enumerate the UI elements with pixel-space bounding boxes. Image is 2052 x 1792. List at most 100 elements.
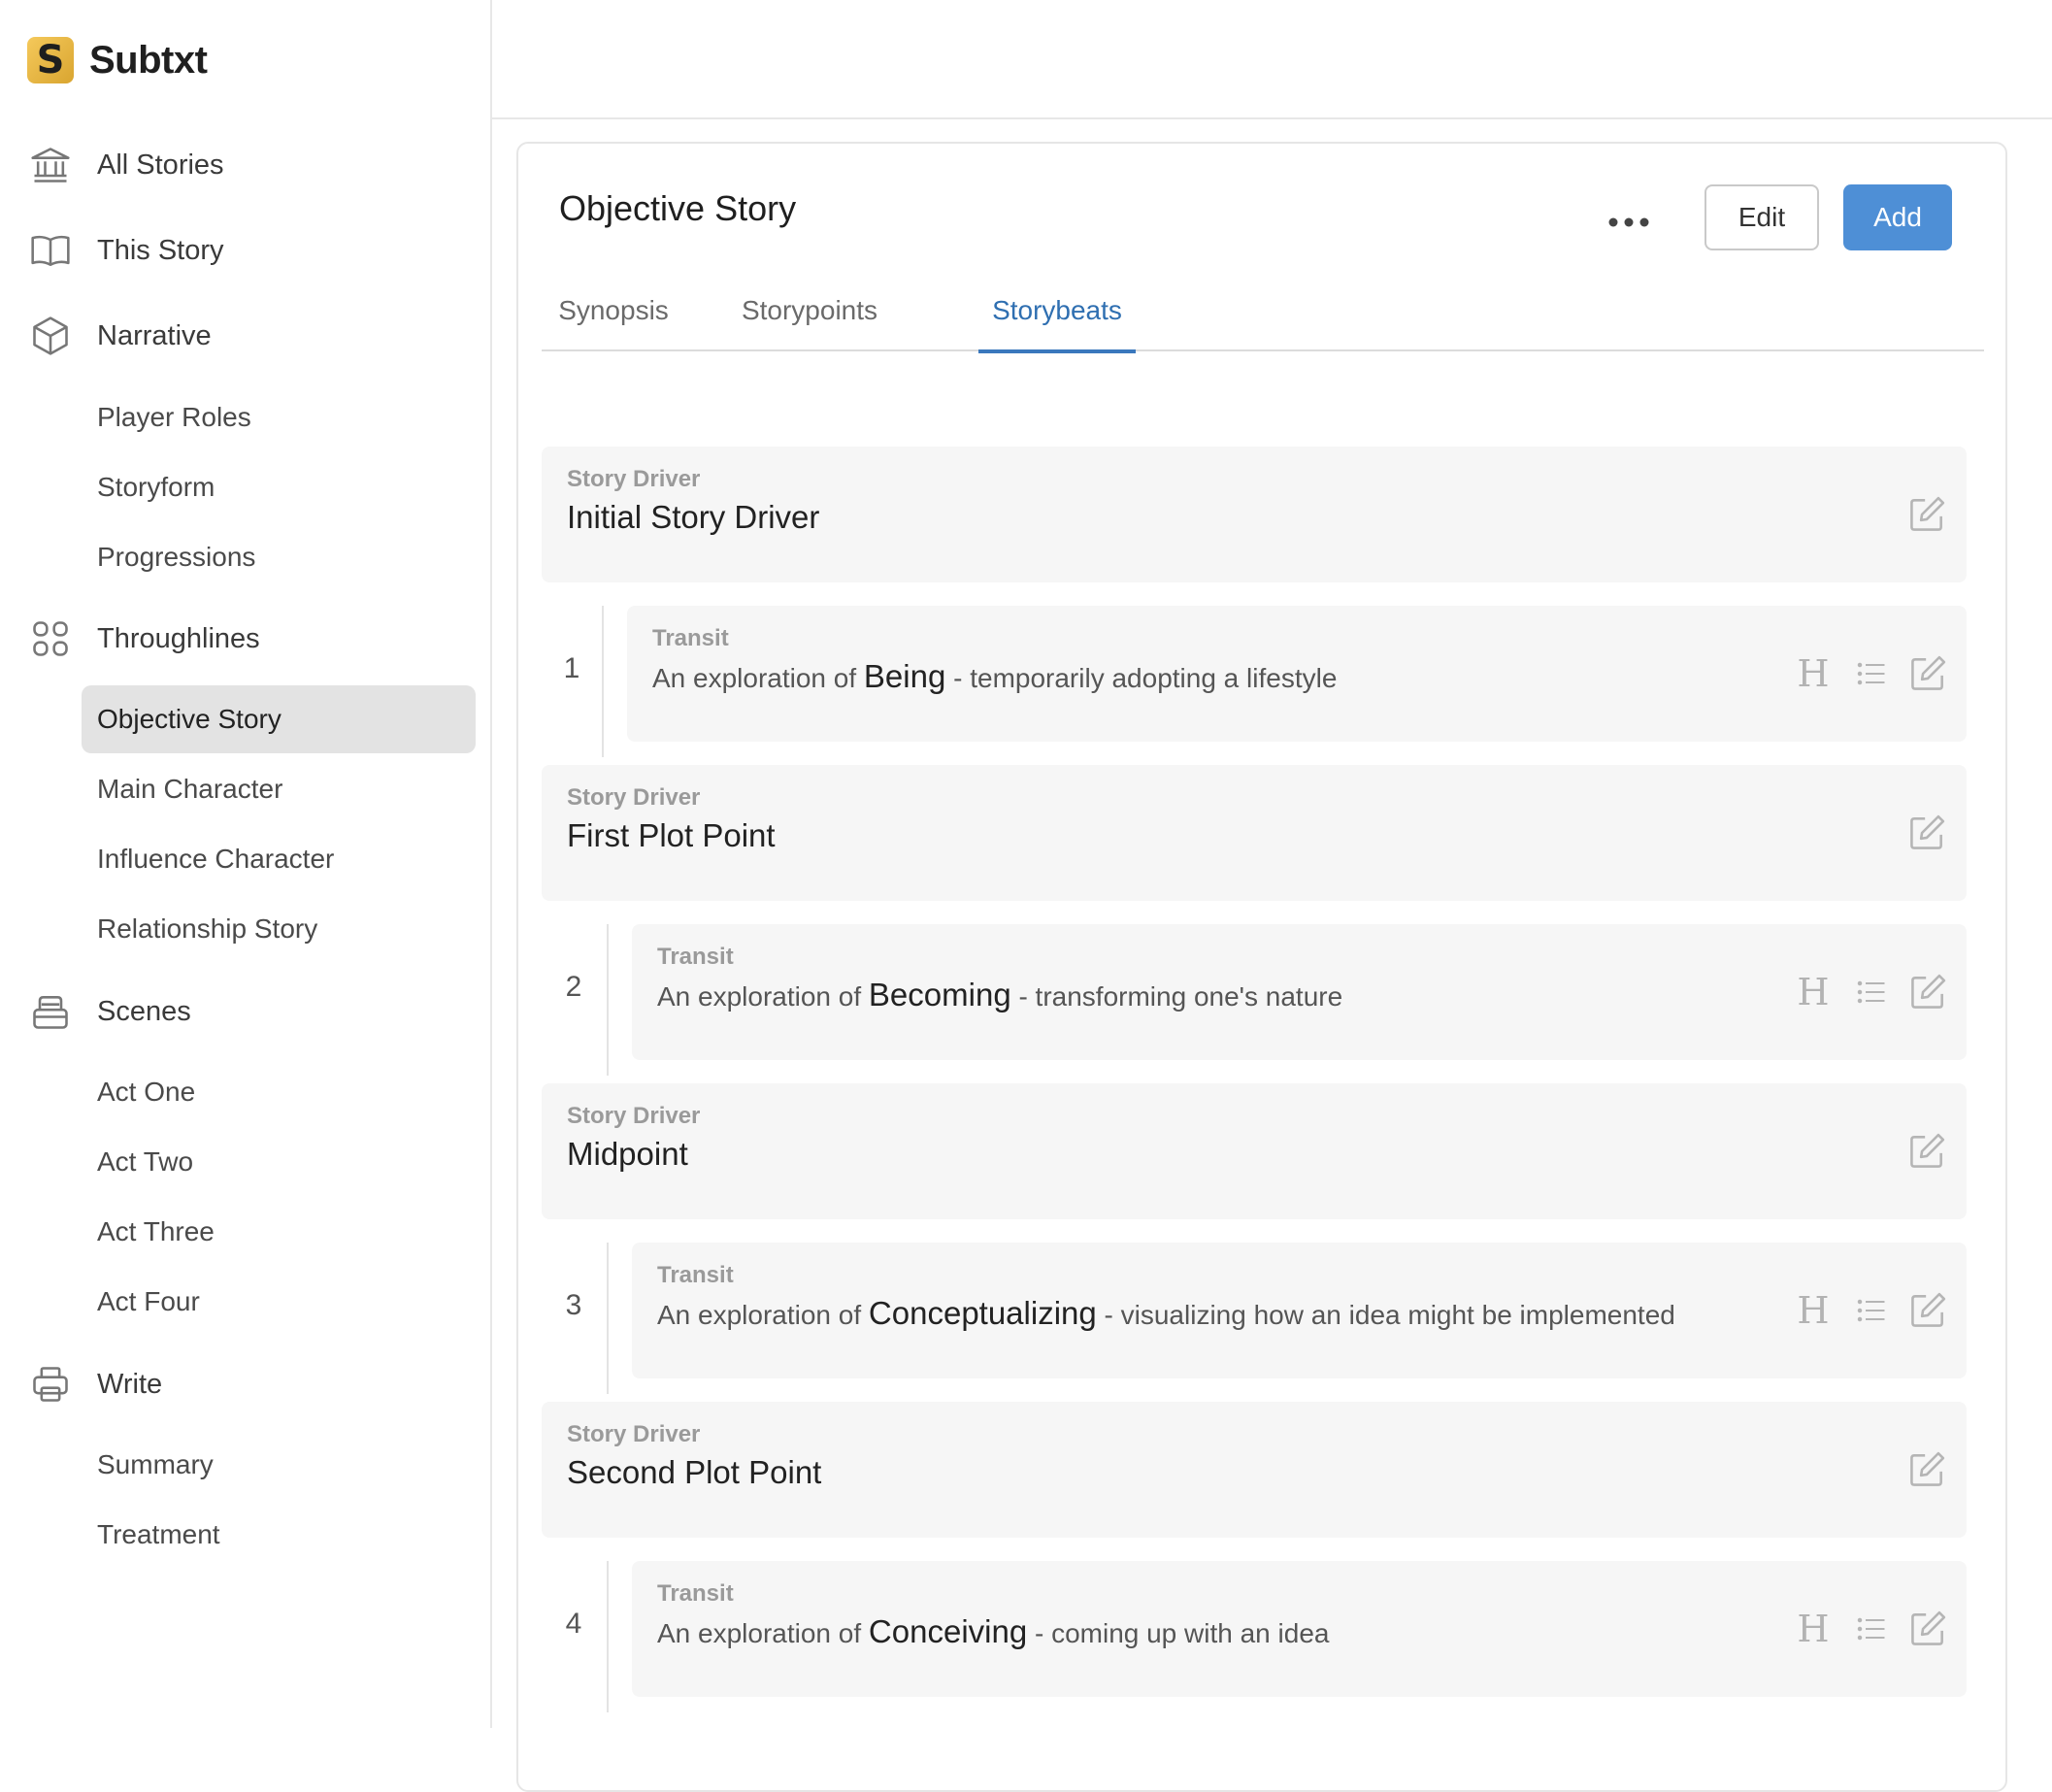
sidebar-item-influence-character[interactable]: Influence Character [82,825,476,893]
sidebar-item-this-story[interactable]: This Story [0,221,490,280]
transit-prefix: An exploration of [657,981,869,1012]
story-driver-label: Story Driver [567,1421,701,1447]
transit-prefix: An exploration of [657,1300,869,1330]
sidebar-item-act-two[interactable]: Act Two [82,1128,476,1196]
sidebar: S Subtxt All Stories This Story Narrativ… [0,0,492,1728]
storybeat-number: 2 [565,971,582,1003]
more-options-button[interactable] [1600,198,1658,247]
list-icon[interactable] [1854,973,1893,1015]
grid-icon [27,615,74,662]
sidebar-item-label: Write [97,1368,163,1400]
heading-icon[interactable]: H [1794,652,1833,695]
sidebar-item-label: All Stories [97,149,224,181]
edit-icon[interactable] [1906,652,1949,695]
sidebar-item-main-character[interactable]: Main Character [82,755,476,823]
story-driver-name: Initial Story Driver [567,499,820,535]
sidebar-item-relationship-story[interactable]: Relationship Story [82,895,476,963]
transit-detail: - visualizing how an idea might be imple… [1096,1300,1675,1330]
inbox-icon [27,988,74,1035]
transit-label: Transit [657,1262,734,1288]
sidebar-item-label: Scenes [97,995,191,1027]
edit-icon[interactable] [1906,971,1949,1013]
sidebar-item-narrative[interactable]: Narrative [0,307,490,365]
storybeat-divider [602,606,604,757]
heading-icon[interactable]: H [1794,971,1833,1013]
sidebar-item-label: Throughlines [97,622,260,654]
transit-term: Being [863,658,946,694]
transit-description: An exploration of Becoming - transformin… [657,977,1342,1013]
story-driver-row: Story Driver First Plot Point [542,765,1967,901]
more-icon [1608,217,1649,227]
transit-detail: - transforming one's nature [1010,981,1343,1012]
transit-description: An exploration of Conceiving - coming up… [657,1613,1329,1650]
edit-icon[interactable] [1905,1130,1948,1173]
sidebar-item-act-three[interactable]: Act Three [82,1198,476,1266]
list-icon[interactable] [1854,1609,1893,1652]
sidebar-item-write[interactable]: Write [0,1355,490,1413]
transit-row: Transit An exploration of Being - tempora… [627,606,1967,742]
cube-icon [27,313,74,359]
sidebar-item-storyform[interactable]: Storyform [82,453,476,521]
transit-detail: - coming up with an idea [1027,1618,1330,1648]
edit-icon[interactable] [1905,493,1948,536]
tab-storypoints[interactable]: Storypoints [720,270,899,351]
story-driver-name: Second Plot Point [567,1454,822,1490]
story-driver-row: Story Driver Second Plot Point [542,1402,1967,1538]
story-driver-name: First Plot Point [567,817,776,853]
transit-label: Transit [657,1580,734,1607]
storybeat-divider [607,1561,609,1712]
brand[interactable]: S Subtxt [27,37,208,83]
sidebar-item-act-four[interactable]: Act Four [82,1268,476,1336]
sidebar-item-objective-story[interactable]: Objective Story [82,685,476,753]
bank-icon [27,142,74,188]
add-button[interactable]: Add [1843,184,1952,250]
transit-row: Transit An exploration of Conceptualizing… [632,1243,1967,1378]
transit-label: Transit [657,944,734,970]
sidebar-item-label: Narrative [97,319,212,351]
story-driver-label: Story Driver [567,466,701,492]
story-driver-label: Story Driver [567,1103,701,1129]
top-bar [492,0,2052,119]
transit-label: Transit [652,625,729,651]
edit-icon[interactable] [1906,1289,1949,1332]
transit-description: An exploration of Conceptualizing - visu… [657,1295,1675,1332]
tab-synopsis[interactable]: Synopsis [547,270,679,351]
transit-term: Conceiving [868,1613,1028,1649]
transit-term: Conceptualizing [868,1295,1097,1331]
printer-icon [27,1361,74,1408]
heading-icon[interactable]: H [1794,1289,1833,1332]
sidebar-item-throughlines[interactable]: Throughlines [0,610,490,668]
storybeat-divider [607,1243,609,1394]
transit-description: An exploration of Being - temporarily ad… [652,658,1337,695]
sidebar-item-summary[interactable]: Summary [82,1431,476,1499]
book-icon [27,227,74,274]
sidebar-item-player-roles[interactable]: Player Roles [82,383,476,451]
storybeat-number: 1 [563,652,580,684]
sidebar-item-act-one[interactable]: Act One [82,1058,476,1126]
transit-prefix: An exploration of [657,1618,869,1648]
tab-storybeats[interactable]: Storybeats [978,270,1136,353]
brand-logo: S [27,37,74,83]
sidebar-item-scenes[interactable]: Scenes [0,982,490,1041]
sidebar-item-treatment[interactable]: Treatment [82,1501,476,1569]
brand-name: Subtxt [89,38,208,82]
storybeat-number: 3 [565,1289,582,1321]
transit-row: Transit An exploration of Becoming - tran… [632,924,1967,1060]
story-driver-row: Story Driver Initial Story Driver [542,447,1967,582]
transit-term: Becoming [868,977,1011,1012]
page-title: Objective Story [559,188,797,228]
list-icon[interactable] [1854,654,1893,697]
sidebar-item-progressions[interactable]: Progressions [82,523,476,591]
list-icon[interactable] [1854,1291,1893,1334]
tab-bar: Synopsis Storypoints Storybeats [542,270,1984,353]
transit-row: Transit An exploration of Conceiving - co… [632,1561,1967,1697]
edit-icon[interactable] [1905,812,1948,854]
storybeat-number: 4 [565,1608,582,1640]
sidebar-item-all-stories[interactable]: All Stories [0,136,490,194]
story-driver-label: Story Driver [567,784,701,811]
edit-icon[interactable] [1905,1448,1948,1491]
edit-icon[interactable] [1906,1608,1949,1650]
edit-button[interactable]: Edit [1704,184,1819,250]
heading-icon[interactable]: H [1794,1608,1833,1650]
story-driver-row: Story Driver Midpoint [542,1083,1967,1219]
